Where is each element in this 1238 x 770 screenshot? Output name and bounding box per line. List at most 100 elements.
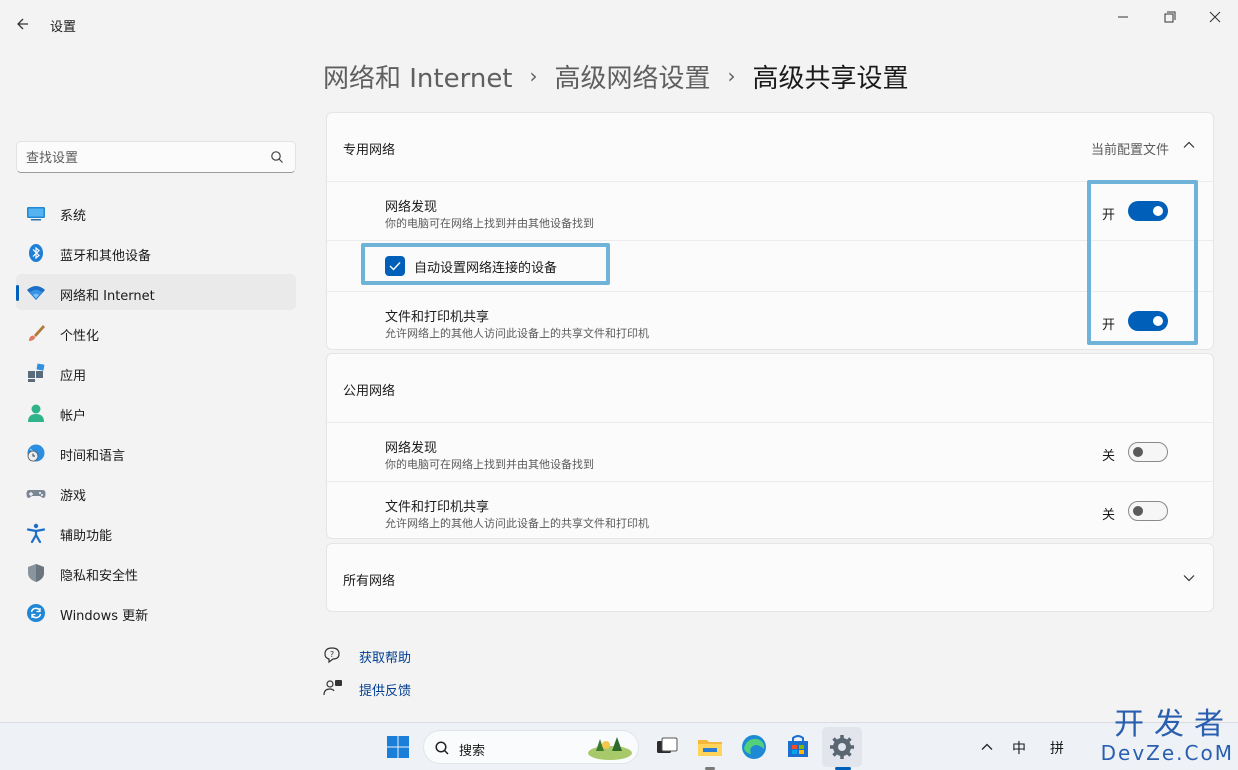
help-icon: ?	[324, 647, 340, 664]
sidebar-item-bluetooth[interactable]: 蓝牙和其他设备	[16, 234, 296, 270]
toggle-state-label: 关	[1101, 508, 1115, 523]
public-network-header[interactable]: 公用网络	[327, 354, 1213, 422]
title-bar: 设置	[0, 0, 1238, 46]
public-network-title: 公用网络	[343, 384, 396, 399]
all-networks-title: 所有网络	[343, 574, 396, 589]
settings-gear-icon[interactable]	[827, 732, 857, 762]
sidebar-item-accessibility[interactable]: 辅助功能	[16, 514, 296, 550]
sidebar-item-label: 蓝牙和其他设备	[60, 249, 152, 264]
highlight-checkbox-box	[361, 243, 610, 285]
back-button[interactable]	[12, 12, 36, 36]
sidebar-item-label: 游戏	[60, 489, 87, 504]
private-network-title: 专用网络	[343, 143, 396, 158]
watermark-line2: DevZe.CoM	[1100, 741, 1234, 765]
sidebar-item-windows-update[interactable]: Windows 更新	[16, 594, 296, 630]
toggle-state-label: 关	[1101, 449, 1115, 464]
sidebar-item-label: 系统	[60, 209, 87, 224]
minimize-button[interactable]	[1108, 6, 1138, 28]
svg-text:?: ?	[330, 650, 334, 659]
restore-icon	[1164, 11, 1176, 23]
feedback-text[interactable]: 提供反馈	[359, 680, 411, 699]
all-networks-card[interactable]: 所有网络	[326, 543, 1214, 612]
task-view-icon[interactable]	[652, 732, 682, 762]
file-explorer-icon[interactable]	[695, 732, 725, 762]
microsoft-store-icon[interactable]	[783, 732, 813, 762]
watermark-line1: 开发者	[1114, 707, 1234, 742]
sidebar-item-network[interactable]: 网络和 Internet	[16, 274, 296, 310]
sidebar-item-label: Windows 更新	[60, 609, 149, 624]
close-icon	[1209, 11, 1221, 23]
shield-icon	[28, 564, 44, 582]
setting-title: 文件和打印机共享	[385, 310, 490, 325]
sidebar-item-label: 隐私和安全性	[60, 569, 139, 584]
system-icon	[27, 207, 45, 221]
apps-icon	[28, 363, 45, 382]
search-icon	[435, 741, 449, 755]
current-profile-label: 当前配置文件	[1090, 143, 1169, 158]
setting-description: 你的电脑可在网络上找到并由其他设备找到	[385, 458, 594, 471]
public-discovery-row: 网络发现 你的电脑可在网络上找到并由其他设备找到 关	[327, 422, 1213, 481]
search-icon	[271, 151, 283, 163]
get-help-text[interactable]: 获取帮助	[359, 647, 411, 666]
brush-icon	[29, 325, 45, 341]
accessibility-icon	[26, 523, 46, 543]
setting-description: 允许网络上的其他人访问此设备上的共享文件和打印机	[385, 327, 649, 340]
setting-description: 允许网络上的其他人访问此设备上的共享文件和打印机	[385, 517, 649, 530]
ime-mode-indicator[interactable]: 中	[1012, 738, 1026, 758]
globe-clock-icon	[27, 444, 45, 462]
private-network-card: 专用网络 当前配置文件 网络发现 你的电脑可在网络上找到并由其他设备找到 开 自…	[326, 112, 1214, 350]
sidebar-item-apps[interactable]: 应用	[16, 354, 296, 390]
close-button[interactable]	[1200, 6, 1230, 28]
sidebar-item-gaming[interactable]: 游戏	[16, 474, 296, 510]
taskbar-search-label: 搜索	[459, 744, 486, 759]
sidebar-item-label: 辅助功能	[60, 529, 113, 544]
setting-title: 网络发现	[385, 200, 438, 215]
wifi-icon	[27, 286, 45, 300]
chevron-down-icon[interactable]	[1181, 570, 1197, 586]
search-highlight-image-icon	[588, 737, 632, 760]
taskbar: 搜索 中 拼	[0, 722, 1238, 770]
chevron-right-icon: ›	[529, 64, 538, 88]
toggle-knob	[1133, 447, 1143, 457]
sidebar-item-label: 应用	[60, 369, 87, 384]
highlight-toggles-box	[1087, 180, 1198, 345]
ime-name-indicator[interactable]: 拼	[1050, 738, 1064, 758]
edge-browser-icon[interactable]	[739, 732, 769, 762]
toggle-knob	[1133, 506, 1143, 516]
sidebar-item-label: 个性化	[60, 329, 100, 344]
bluetooth-icon	[29, 244, 43, 262]
setting-title: 文件和打印机共享	[385, 500, 490, 515]
app-title: 设置	[50, 20, 77, 35]
chevron-right-icon: ›	[727, 64, 736, 88]
breadcrumb: 网络和 Internet › 高级网络设置 › 高级共享设置	[323, 56, 909, 96]
gamepad-icon	[26, 490, 46, 498]
back-arrow-icon	[17, 18, 28, 30]
public-discovery-toggle[interactable]	[1128, 442, 1168, 462]
taskbar-search[interactable]: 搜索	[423, 730, 639, 764]
minimize-icon	[1118, 16, 1128, 18]
windows-start-icon[interactable]	[383, 732, 413, 762]
breadcrumb-network[interactable]: 网络和 Internet	[323, 58, 513, 95]
sidebar-item-label: 网络和 Internet	[60, 289, 155, 304]
maximize-button[interactable]	[1154, 6, 1184, 28]
settings-window: 设置 系统	[0, 0, 1238, 722]
watermark: 开发者 DevZe.CoM	[1100, 707, 1234, 765]
sidebar-item-time-language[interactable]: 时间和语言	[16, 434, 296, 470]
sidebar-item-personalization[interactable]: 个性化	[16, 314, 296, 350]
settings-search-input[interactable]	[26, 148, 266, 168]
sidebar-item-accounts[interactable]: 帐户	[16, 394, 296, 430]
sidebar-item-system[interactable]: 系统	[16, 194, 296, 230]
page-title: 高级共享设置	[752, 63, 909, 94]
public-sharing-toggle[interactable]	[1128, 501, 1168, 521]
setting-title: 网络发现	[385, 441, 438, 456]
sidebar-item-label: 时间和语言	[60, 449, 126, 464]
chevron-up-icon[interactable]	[1181, 137, 1197, 153]
tray-chevron-up-icon[interactable]	[980, 740, 994, 754]
settings-search-box[interactable]	[16, 141, 296, 173]
feedback-icon	[323, 680, 342, 696]
breadcrumb-advanced-network[interactable]: 高级网络设置	[555, 58, 711, 95]
update-icon	[27, 604, 45, 622]
account-icon	[28, 404, 44, 422]
sidebar-item-privacy[interactable]: 隐私和安全性	[16, 554, 296, 590]
private-network-header[interactable]: 专用网络 当前配置文件	[327, 113, 1213, 181]
